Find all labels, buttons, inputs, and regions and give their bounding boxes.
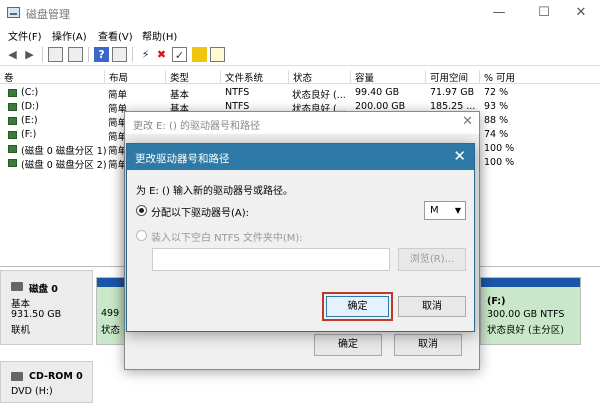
minimize-button[interactable]: — (484, 4, 514, 22)
outer-ok-button[interactable]: 确定 (314, 334, 382, 356)
close-window-button[interactable]: ✕ (566, 4, 596, 22)
forward-arrow-icon[interactable]: ▶ (22, 47, 37, 62)
table-row[interactable]: (C:) 简单 基本 NTFS 状态良好 (... 99.40 GB 71.97… (0, 86, 600, 101)
check-icon[interactable]: ✓ (172, 47, 187, 62)
cancel-button[interactable]: 取消 (398, 296, 466, 317)
inner-dialog-close-icon[interactable]: ✕ (453, 147, 466, 165)
column-type[interactable]: 类型 (165, 70, 189, 84)
toolbar-separator (42, 47, 43, 62)
maximize-button[interactable]: ☐ (529, 4, 559, 22)
disk-0-label[interactable]: 磁盘 0 基本 931.50 GB 联机 (0, 270, 93, 345)
list-view-icon[interactable] (112, 47, 127, 62)
inner-dialog-titlebar: 更改驱动器号和路径 ✕ (127, 144, 474, 170)
volume-list-header: 卷 布局 类型 文件系统 状态 容量 可用空间 % 可用 (0, 68, 600, 84)
browse-button[interactable]: 浏览(R)... (398, 248, 466, 271)
cdrom-0-label[interactable]: CD-ROM 0 DVD (H:) (0, 361, 93, 403)
column-layout[interactable]: 布局 (104, 70, 128, 84)
toolbar-separator (132, 47, 133, 62)
column-volume[interactable]: 卷 (0, 70, 14, 84)
window-titlebar: 磁盘管理 — ☐ ✕ (0, 0, 600, 26)
assign-letter-radio[interactable] (136, 205, 147, 216)
menu-file[interactable]: 文件(F) (8, 28, 42, 43)
chevron-down-icon: ▼ (454, 206, 461, 215)
menu-action[interactable]: 操作(A) (52, 28, 87, 43)
column-percent-free[interactable]: % 可用 (479, 70, 515, 84)
menu-view[interactable]: 查看(V) (98, 28, 133, 43)
toolbar: ◀ ▶ ? ⚡ ✖ ✓ (0, 44, 600, 66)
volume-icon (8, 159, 17, 167)
menu-bar: 文件(F) 操作(A) 查看(V) 帮助(H) (0, 26, 600, 44)
volume-icon (8, 131, 17, 139)
document-icon[interactable] (210, 47, 225, 62)
cdrom-icon (11, 372, 23, 381)
ok-button[interactable]: 确定 (326, 296, 389, 317)
disk-icon (11, 282, 23, 291)
column-free-space[interactable]: 可用空间 (425, 70, 468, 84)
dialog-prompt: 为 E: () 输入新的驱动器号或路径。 (136, 186, 294, 197)
inner-dialog-title: 更改驱动器号和路径 (135, 153, 230, 165)
volume-icon (8, 117, 17, 125)
back-arrow-icon[interactable]: ◀ (5, 47, 20, 62)
volume-icon (8, 89, 17, 97)
mount-folder-radio[interactable] (136, 230, 147, 241)
column-status[interactable]: 状态 (288, 70, 312, 84)
console-tree-icon[interactable] (48, 47, 63, 62)
partition-f-segment[interactable]: (F:) 300.00 GB NTFS 状态良好 (主分区) (480, 277, 581, 345)
drive-letter-select[interactable]: M ▼ (424, 201, 466, 220)
volume-icon (8, 145, 17, 153)
menu-help[interactable]: 帮助(H) (142, 28, 177, 43)
window-title: 磁盘管理 (26, 8, 70, 21)
folder-icon[interactable] (192, 47, 207, 62)
delete-icon[interactable]: ✖ (154, 47, 169, 62)
connect-icon[interactable]: ⚡ (138, 47, 153, 62)
toolbar-separator (88, 47, 89, 62)
properties-icon[interactable] (68, 47, 83, 62)
assign-letter-label: 分配以下驱动器号(A): (151, 208, 250, 219)
partition-segment[interactable]: 499 状态 (96, 277, 126, 345)
column-capacity[interactable]: 容量 (350, 70, 374, 84)
disk-management-icon (7, 7, 20, 18)
outer-cancel-button[interactable]: 取消 (394, 334, 462, 356)
outer-dialog-titlebar: 更改 E: () 的驱动器号和路径 ✕ (125, 112, 479, 134)
outer-dialog-title: 更改 E: () 的驱动器号和路径 (133, 121, 261, 132)
mount-folder-label: 装入以下空白 NTFS 文件夹中(M): (151, 233, 303, 244)
outer-dialog-close-icon[interactable]: ✕ (462, 114, 473, 129)
volume-icon (8, 103, 17, 111)
column-filesystem[interactable]: 文件系统 (220, 70, 263, 84)
help-icon[interactable]: ? (94, 47, 109, 62)
folder-path-input[interactable] (152, 248, 390, 271)
change-drive-letter-dialog: 更改驱动器号和路径 ✕ 为 E: () 输入新的驱动器号或路径。 分配以下驱动器… (126, 143, 475, 332)
